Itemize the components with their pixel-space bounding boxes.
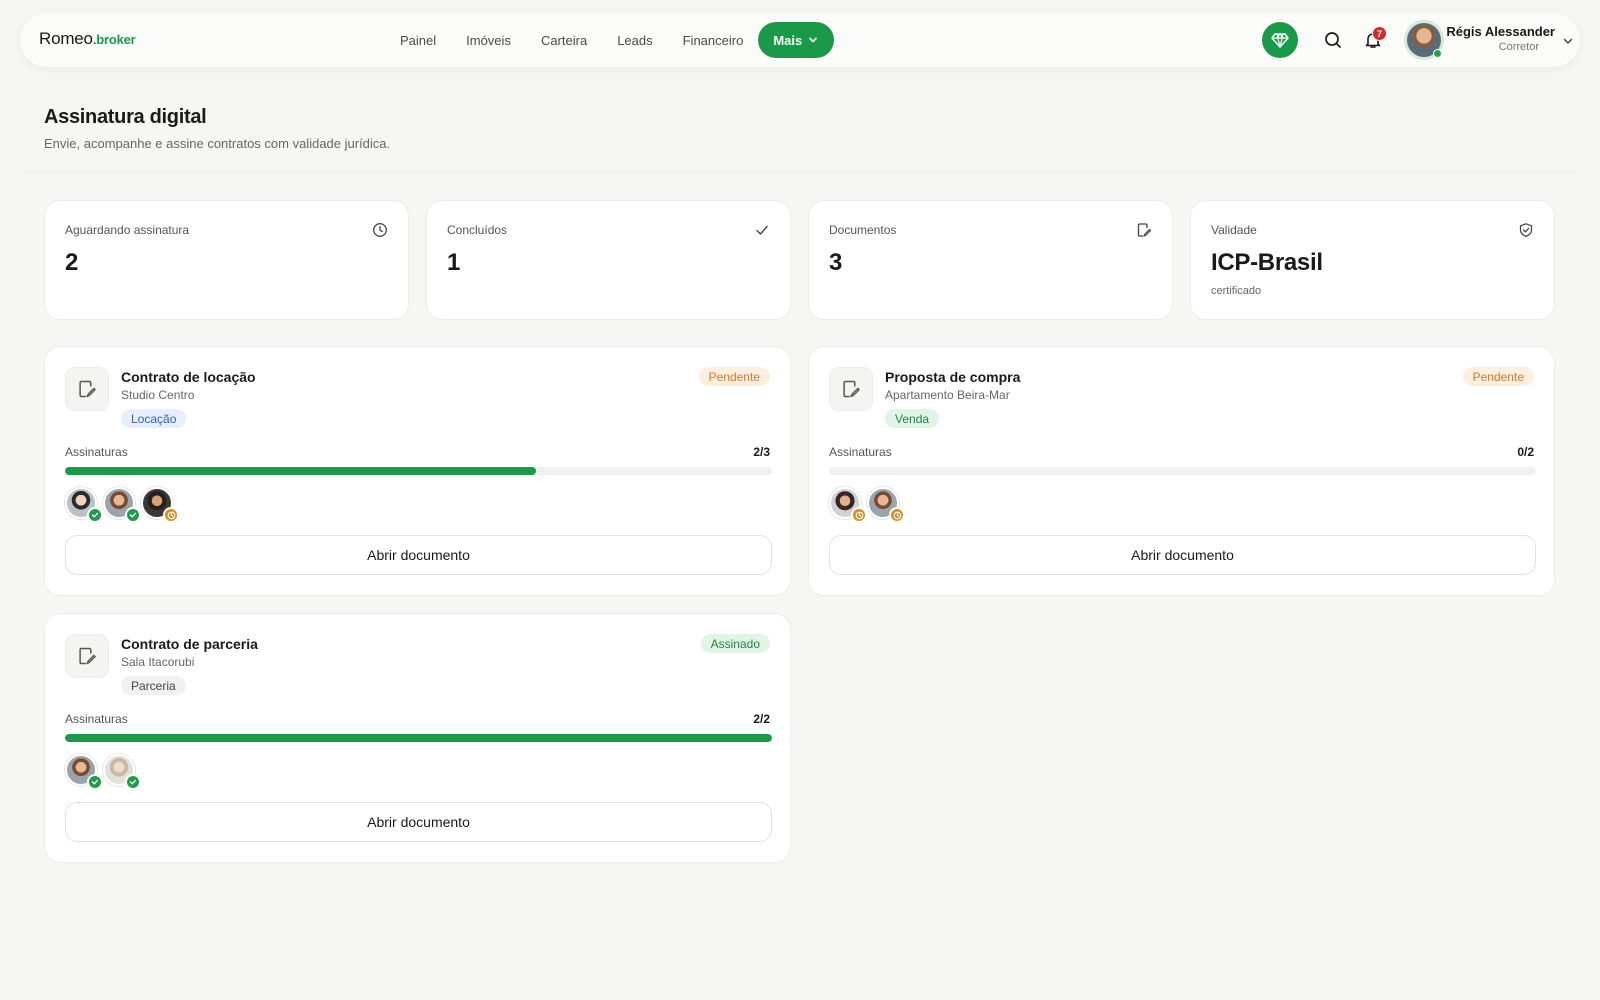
search-icon <box>1325 32 1341 48</box>
document-title: Proposta de compra <box>885 369 1021 385</box>
progress-fill <box>65 467 537 475</box>
signer-avatar[interactable] <box>103 487 141 523</box>
signers-list <box>829 487 905 523</box>
progress-fill <box>65 734 772 742</box>
stat-card-awaiting: Aguardando assinatura 2 <box>44 200 409 320</box>
stat-card-completed: Concluídos 1 <box>426 200 791 320</box>
status-badge: Pendente <box>1462 367 1534 386</box>
document-icon-box <box>829 367 873 411</box>
document-edit-icon <box>79 647 96 665</box>
check-icon <box>756 225 768 235</box>
document-property: Sala Itacorubi <box>121 655 195 669</box>
document-icon-box <box>65 367 109 411</box>
chevron-down-icon <box>809 37 818 43</box>
signers-list <box>65 754 141 790</box>
document-title: Contrato de locação <box>121 369 256 385</box>
signer-avatar[interactable] <box>65 487 103 523</box>
signed-check-icon <box>125 774 141 790</box>
page-subtitle: Envie, acompanhe e assine contratos com … <box>44 136 391 151</box>
pending-clock-icon <box>851 507 867 523</box>
header-divider <box>20 171 1580 172</box>
stat-value: 2 <box>65 249 79 276</box>
brand-suffix: .broker <box>92 32 136 47</box>
signatures-progress-bar <box>65 467 772 475</box>
document-type-tag: Venda <box>885 409 940 428</box>
signer-avatar[interactable] <box>65 754 103 790</box>
page-title: Assinatura digital <box>44 106 207 128</box>
clock-icon <box>373 223 387 237</box>
document-card: Proposta de compra Apartamento Beira-Mar… <box>808 346 1555 596</box>
shield-check-icon <box>1519 223 1533 238</box>
status-badge: Assinado <box>700 634 770 653</box>
signatures-label: Assinaturas <box>65 712 128 726</box>
document-card: Contrato de parceria Sala Itacorubi Parc… <box>44 613 791 863</box>
stat-label: Concluídos <box>447 223 508 237</box>
pending-clock-icon <box>889 507 905 523</box>
premium-button[interactable] <box>1262 22 1298 58</box>
signers-list <box>65 487 179 523</box>
nav-item-carteira[interactable]: Carteira <box>526 33 602 48</box>
signer-avatar[interactable] <box>141 487 179 523</box>
signatures-count: 0/2 <box>1517 445 1534 459</box>
signatures-count: 2/2 <box>753 712 770 726</box>
stat-card-validity: Validade ICP-Brasil certificado <box>1190 200 1555 320</box>
signed-check-icon <box>125 507 141 523</box>
stat-label: Documentos <box>829 223 897 237</box>
nav-item-painel[interactable]: Painel <box>385 33 451 48</box>
signatures-label: Assinaturas <box>65 445 128 459</box>
signatures-progress-bar <box>65 734 772 742</box>
user-name[interactable]: Régis Alessander <box>1420 24 1555 39</box>
stat-label: Aguardando assinatura <box>65 223 190 237</box>
nav-more-label: Mais <box>773 32 803 48</box>
document-card: Contrato de locação Studio Centro Locaçã… <box>44 346 791 596</box>
open-document-button[interactable]: Abrir documento <box>829 535 1536 575</box>
document-type-tag: Locação <box>121 409 187 428</box>
document-property: Studio Centro <box>121 388 195 402</box>
document-edit-icon <box>1137 223 1152 237</box>
nav-item-leads[interactable]: Leads <box>602 33 667 48</box>
brand-logo[interactable]: Romeo .broker <box>39 29 136 49</box>
nav-more-dropdown[interactable]: Mais <box>758 22 835 58</box>
document-title: Contrato de parceria <box>121 636 258 652</box>
notification-count-badge: 7 <box>1372 26 1387 41</box>
document-edit-icon <box>79 380 96 398</box>
document-type-tag: Parceria <box>121 676 186 695</box>
stat-value: 3 <box>829 249 843 276</box>
signatures-progress-bar <box>829 467 1536 475</box>
document-edit-icon <box>843 380 860 398</box>
status-badge: Pendente <box>698 367 770 386</box>
stat-value: ICP-Brasil <box>1211 249 1323 276</box>
stat-note: certificado <box>1211 285 1262 297</box>
signer-avatar[interactable] <box>867 487 905 523</box>
open-document-button[interactable]: Abrir documento <box>65 802 772 842</box>
diamond-icon <box>1271 33 1289 48</box>
stat-value: 1 <box>447 249 461 276</box>
signer-avatar[interactable] <box>829 487 867 523</box>
open-document-button[interactable]: Abrir documento <box>65 535 772 575</box>
nav-item-financeiro[interactable]: Financeiro <box>668 33 759 48</box>
chevron-down-icon[interactable] <box>1562 35 1574 47</box>
signatures-count: 2/3 <box>753 445 770 459</box>
document-icon-box <box>65 634 109 678</box>
document-property: Apartamento Beira-Mar <box>885 388 1010 402</box>
stat-card-documents: Documentos 3 <box>808 200 1173 320</box>
signatures-label: Assinaturas <box>829 445 892 459</box>
signed-check-icon <box>87 774 103 790</box>
top-navigation-bar: Romeo .broker Painel Imóveis Carteira Lea… <box>20 13 1580 67</box>
signed-check-icon <box>87 507 103 523</box>
pending-clock-icon <box>163 507 179 523</box>
user-role: Corretor <box>1498 41 1539 53</box>
search-button[interactable] <box>1320 27 1346 53</box>
stat-label: Validade <box>1211 223 1257 237</box>
main-nav: Painel Imóveis Carteira Leads Financeiro… <box>385 22 835 58</box>
brand-name: Romeo <box>39 29 93 48</box>
nav-item-imoveis[interactable]: Imóveis <box>451 33 526 48</box>
signer-avatar[interactable] <box>103 754 141 790</box>
